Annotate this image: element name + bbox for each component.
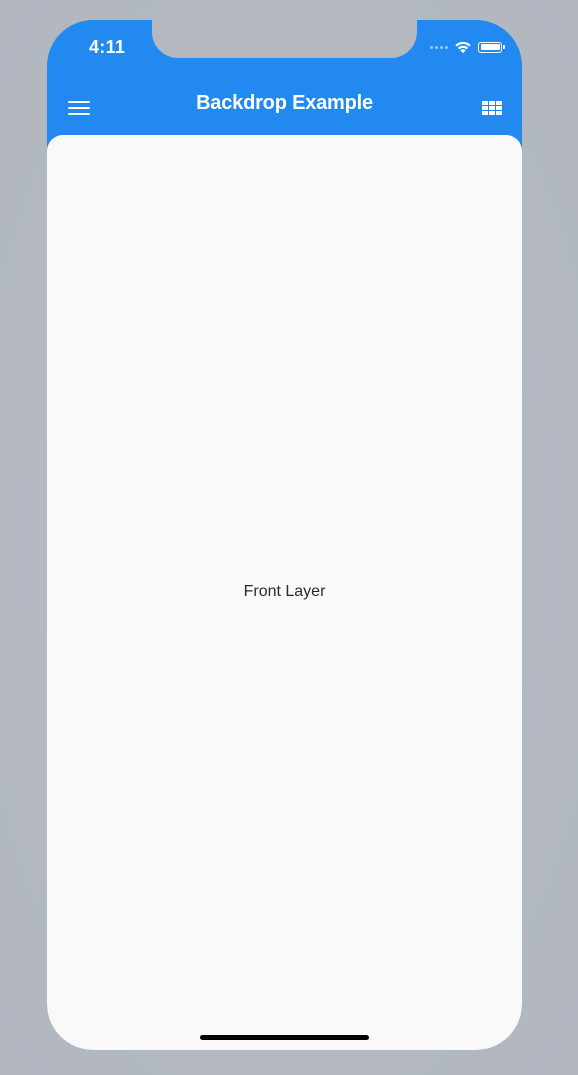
- front-layer[interactable]: Front Layer: [47, 135, 522, 1050]
- grid-icon: [482, 101, 502, 115]
- device-notch: [152, 20, 417, 58]
- status-icons: [430, 40, 505, 54]
- battery-icon: [478, 41, 505, 53]
- page-title: Backdrop Example: [196, 92, 373, 114]
- wifi-icon: [455, 41, 471, 54]
- status-time: 4:11: [89, 37, 126, 57]
- home-indicator[interactable]: [200, 1035, 369, 1040]
- toggle-backdrop-button[interactable]: [474, 90, 510, 126]
- front-layer-label: Front Layer: [243, 583, 326, 600]
- cellular-signal-icon: [430, 45, 448, 49]
- phone-screen: 4:11 Backdrop Example Front Layer: [47, 20, 522, 1050]
- device-background: 4:11 Backdrop Example Front Layer: [0, 0, 578, 1075]
- app-bar: Backdrop Example: [47, 78, 522, 134]
